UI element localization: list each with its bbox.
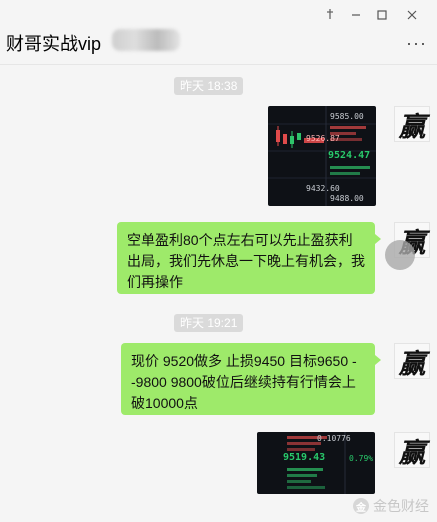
- watermark-text: 金色财经: [373, 498, 429, 514]
- chart-image-message[interactable]: 0.10776 9519.43 0.79%: [257, 432, 375, 494]
- chart-label: 9526.87: [306, 134, 340, 143]
- maximize-icon[interactable]: [372, 6, 392, 26]
- chart-percent: 0.79%: [349, 454, 374, 463]
- more-icon[interactable]: ···: [406, 33, 427, 54]
- chart-label: 9488.00: [330, 194, 364, 203]
- avatar[interactable]: 赢: [394, 106, 430, 143]
- chart-price: 9524.47: [328, 150, 371, 161]
- pin-icon[interactable]: [320, 6, 340, 26]
- chart-image-message[interactable]: 9585.00 9526.87 9524.47 9432.60 9488.00: [268, 106, 376, 206]
- close-icon[interactable]: [402, 6, 422, 26]
- blurred-title-suffix: [112, 29, 180, 51]
- timestamp: 昨天 18:38: [174, 77, 244, 95]
- watermark: 金 金色财经: [353, 496, 429, 516]
- minimize-icon[interactable]: [346, 6, 366, 26]
- text-message-bubble[interactable]: 空单盈利80个点左右可以先止盈获利出局，我们先休息一下晚上有机会，我们再操作: [117, 222, 381, 294]
- title-bar: 财哥实战vip ···: [0, 0, 437, 65]
- chart-label: 0.10776: [317, 434, 351, 443]
- text-message-bubble[interactable]: 现价 9520做多 止损9450 目标9650 - -9800 9800破位后继…: [121, 343, 381, 415]
- watermark-logo-icon: 金: [353, 498, 369, 514]
- avatar[interactable]: 赢: [394, 432, 430, 469]
- scroll-indicator[interactable]: [385, 240, 415, 270]
- chart-label: 9585.00: [330, 112, 364, 121]
- order-book-chart: [287, 432, 346, 494]
- timestamp: 昨天 19:21: [174, 314, 244, 332]
- chat-title: 财哥实战vip: [6, 34, 102, 54]
- chart-price: 9519.43: [283, 452, 326, 463]
- avatar[interactable]: 赢: [394, 343, 430, 380]
- chart-label: 9432.60: [306, 184, 340, 193]
